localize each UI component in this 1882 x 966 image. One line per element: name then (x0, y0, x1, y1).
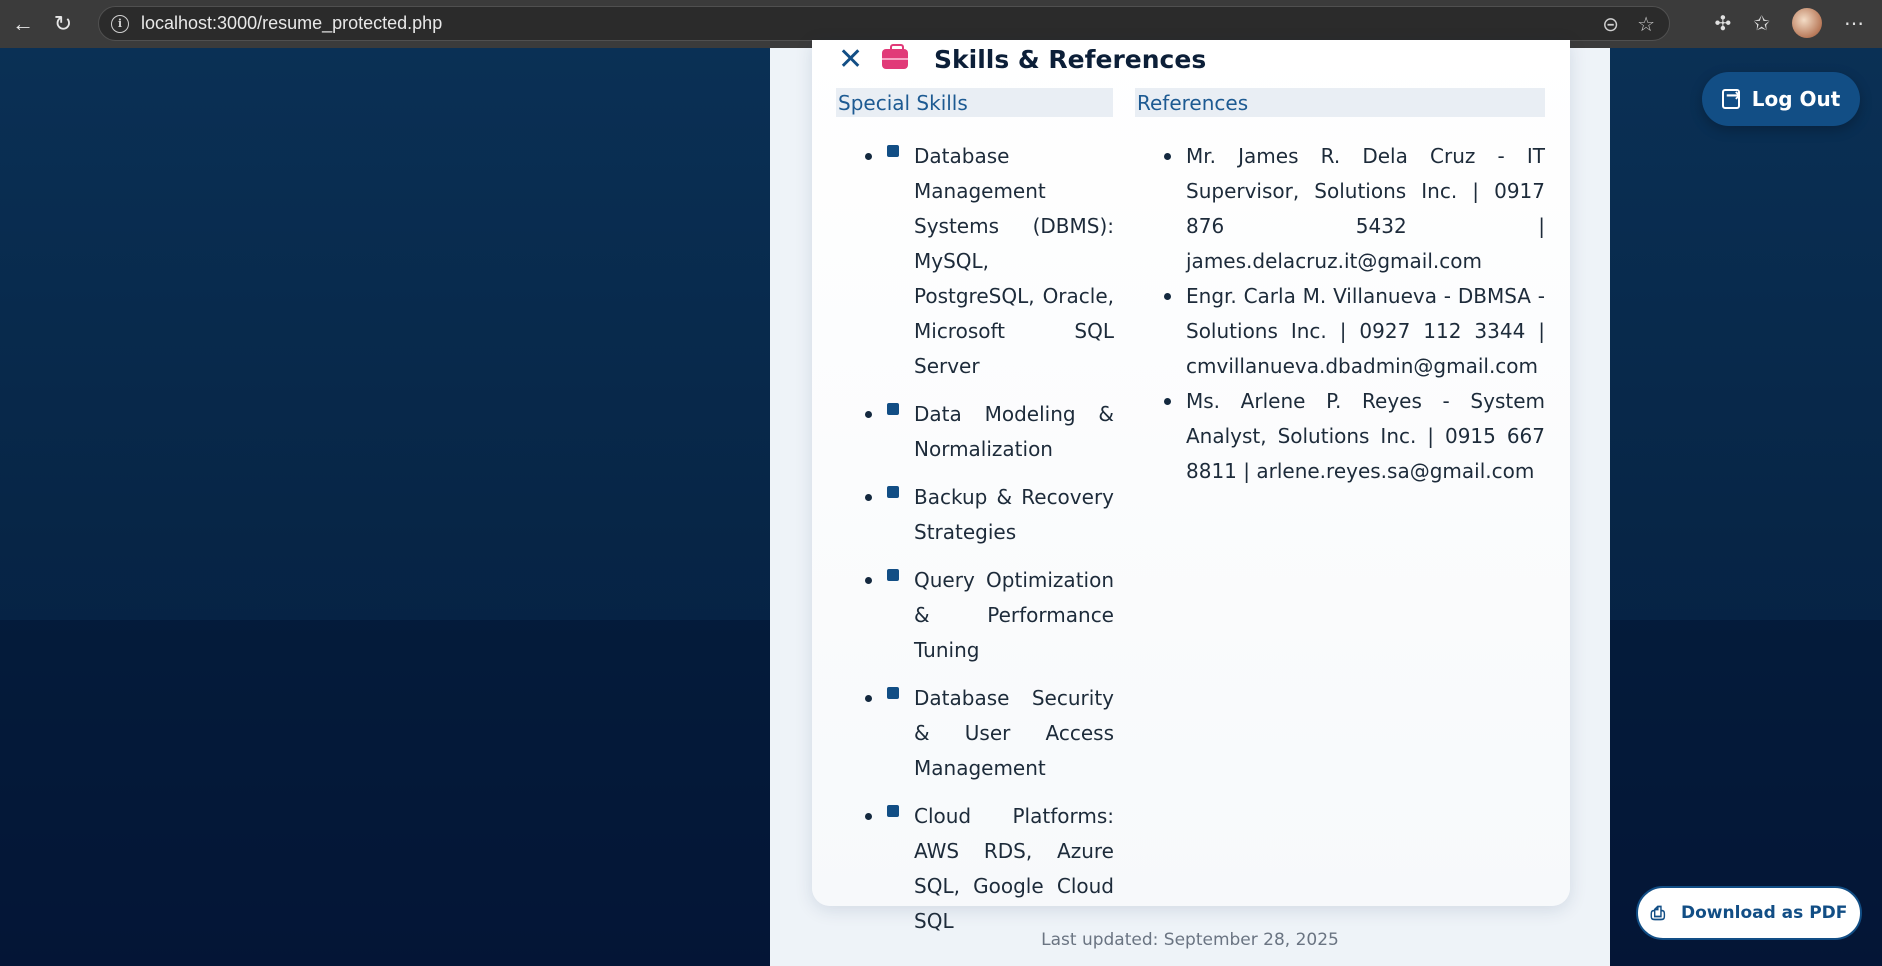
logout-icon (1721, 85, 1741, 109)
square-bullet-icon (887, 145, 899, 157)
favorites-icon[interactable]: ✩ (1753, 11, 1770, 36)
reference-item: Ms. Arlene P. Reyes - System Analyst, So… (1135, 384, 1545, 489)
download-pdf-button[interactable]: ⎙ Download as PDF (1636, 886, 1862, 940)
last-updated: Last updated: September 28, 2025 (1041, 930, 1339, 950)
square-bullet-icon (887, 403, 899, 415)
skill-text: Database Management Systems (DBMS): MySQ… (914, 144, 1114, 378)
tools-icon: ✕ (838, 42, 864, 76)
reference-text: Engr. Carla M. Villanueva - DBMSA - Solu… (1186, 284, 1545, 378)
bullet-icon (865, 153, 872, 160)
reload-icon[interactable]: ↻ (46, 7, 80, 41)
skill-text: Database Security & User Access Manageme… (914, 686, 1114, 780)
extensions-icon[interactable]: ✣ (1714, 11, 1731, 36)
section-title: Skills & References (934, 44, 1207, 74)
skill-item: Database Security & User Access Manageme… (836, 681, 1114, 786)
reference-text: Ms. Arlene P. Reyes - System Analyst, So… (1186, 389, 1545, 483)
address-bar[interactable]: i localhost:3000/resume_protected.php ⊝ … (98, 6, 1670, 41)
bullet-icon (865, 813, 872, 820)
square-bullet-icon (887, 486, 899, 498)
reference-item: Mr. James R. Dela Cruz - IT Supervisor, … (1135, 139, 1545, 279)
briefcase-icon (882, 44, 908, 69)
skill-item: Data Modeling & Normalization (836, 397, 1114, 467)
skill-text: Cloud Platforms: AWS RDS, Azure SQL, Goo… (914, 804, 1114, 933)
bullet-icon (865, 695, 872, 702)
special-skills-heading: Special Skills (836, 88, 1113, 117)
bullet-icon (865, 577, 872, 584)
bullet-icon (1164, 293, 1171, 300)
square-bullet-icon (887, 569, 899, 581)
logout-button[interactable]: Log Out (1702, 72, 1860, 126)
skills-list: Database Management Systems (DBMS): MySQ… (836, 139, 1114, 952)
logout-label: Log Out (1751, 87, 1841, 111)
bullet-icon (1164, 153, 1171, 160)
skill-text: Backup & Recovery Strategies (914, 485, 1114, 544)
profile-avatar[interactable] (1792, 8, 1822, 38)
references-heading: References (1135, 88, 1545, 117)
more-menu-icon[interactable]: ⋯ (1844, 11, 1864, 36)
skill-item: Query Optimization & Performance Tuning (836, 563, 1114, 668)
back-icon[interactable]: ← (6, 7, 40, 41)
bullet-icon (1164, 398, 1171, 405)
download-label: Download as PDF (1681, 903, 1848, 923)
read-aloud-icon[interactable]: ⊝ (1602, 12, 1619, 37)
reference-item: Engr. Carla M. Villanueva - DBMSA - Solu… (1135, 279, 1545, 384)
square-bullet-icon (887, 805, 899, 817)
references-list: Mr. James R. Dela Cruz - IT Supervisor, … (1135, 139, 1545, 489)
bullet-icon (865, 494, 872, 501)
skill-item: Cloud Platforms: AWS RDS, Azure SQL, Goo… (836, 799, 1114, 939)
skill-text: Data Modeling & Normalization (914, 402, 1114, 461)
favorite-star-icon[interactable]: ☆ (1637, 12, 1655, 37)
skill-text: Query Optimization & Performance Tuning (914, 568, 1114, 662)
bullet-icon (865, 411, 872, 418)
printer-icon: ⎙ (1650, 902, 1666, 924)
site-info-icon[interactable]: i (111, 14, 129, 33)
url-text[interactable]: localhost:3000/resume_protected.php (141, 13, 442, 34)
skill-item: Database Management Systems (DBMS): MySQ… (836, 139, 1114, 384)
section-header: ✕ Skills & References (838, 40, 1206, 78)
skill-item: Backup & Recovery Strategies (836, 480, 1114, 550)
square-bullet-icon (887, 687, 899, 699)
reference-text: Mr. James R. Dela Cruz - IT Supervisor, … (1186, 144, 1545, 273)
